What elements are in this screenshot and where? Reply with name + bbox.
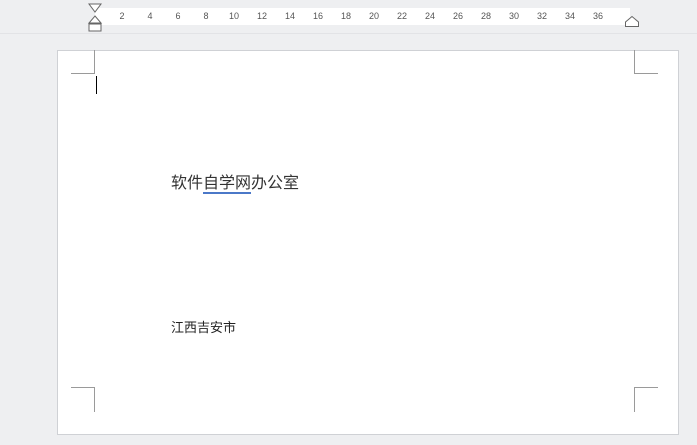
margin-corner-top-right xyxy=(634,50,658,74)
spellcheck-marked-text[interactable]: 自学网 xyxy=(203,173,252,194)
ruler-tick-label: 30 xyxy=(508,11,520,21)
ruler-tick-label: 26 xyxy=(452,11,464,21)
horizontal-ruler[interactable]: 2 4 6 8 10 12 14 16 18 20 22 24 26 28 30… xyxy=(95,8,630,25)
ruler-tick-label: 18 xyxy=(340,11,352,21)
document-paragraph-1[interactable]: 软件自学网办公室 xyxy=(171,169,300,194)
ruler-tick-label: 16 xyxy=(312,11,324,21)
margin-corner-bottom-right xyxy=(634,387,658,412)
left-indent-marker-icon[interactable] xyxy=(87,3,103,33)
margin-corner-bottom-left xyxy=(71,387,95,412)
right-indent-marker-icon[interactable] xyxy=(624,15,640,28)
text-cursor xyxy=(96,76,97,94)
document-page[interactable]: 软件自学网办公室 江西吉安市 xyxy=(57,50,679,435)
ruler-tick-label: 8 xyxy=(203,11,209,21)
ruler-tick-label: 28 xyxy=(480,11,492,21)
paragraph-text-segment: 办公室 xyxy=(251,173,300,192)
document-paragraph-2[interactable]: 江西吉安市 xyxy=(171,317,236,336)
ruler-tick-label: 22 xyxy=(396,11,408,21)
ruler-tick-label: 20 xyxy=(368,11,380,21)
horizontal-ruler-bar: 2 4 6 8 10 12 14 16 18 20 22 24 26 28 30… xyxy=(0,0,697,34)
ruler-tick-label: 10 xyxy=(228,11,240,21)
ruler-tick-label: 12 xyxy=(256,11,268,21)
ruler-tick-label: 4 xyxy=(147,11,153,21)
paragraph-text-segment: 软件 xyxy=(171,173,204,192)
ruler-tick-label: 2 xyxy=(119,11,125,21)
ruler-tick-label: 32 xyxy=(536,11,548,21)
ruler-tick-label: 14 xyxy=(284,11,296,21)
ruler-tick-label: 24 xyxy=(424,11,436,21)
margin-corner-top-left xyxy=(71,50,95,74)
ruler-tick-label: 36 xyxy=(592,11,604,21)
ruler-tick-label: 6 xyxy=(175,11,181,21)
ruler-tick-label: 34 xyxy=(564,11,576,21)
document-editor: 2 4 6 8 10 12 14 16 18 20 22 24 26 28 30… xyxy=(0,0,697,445)
